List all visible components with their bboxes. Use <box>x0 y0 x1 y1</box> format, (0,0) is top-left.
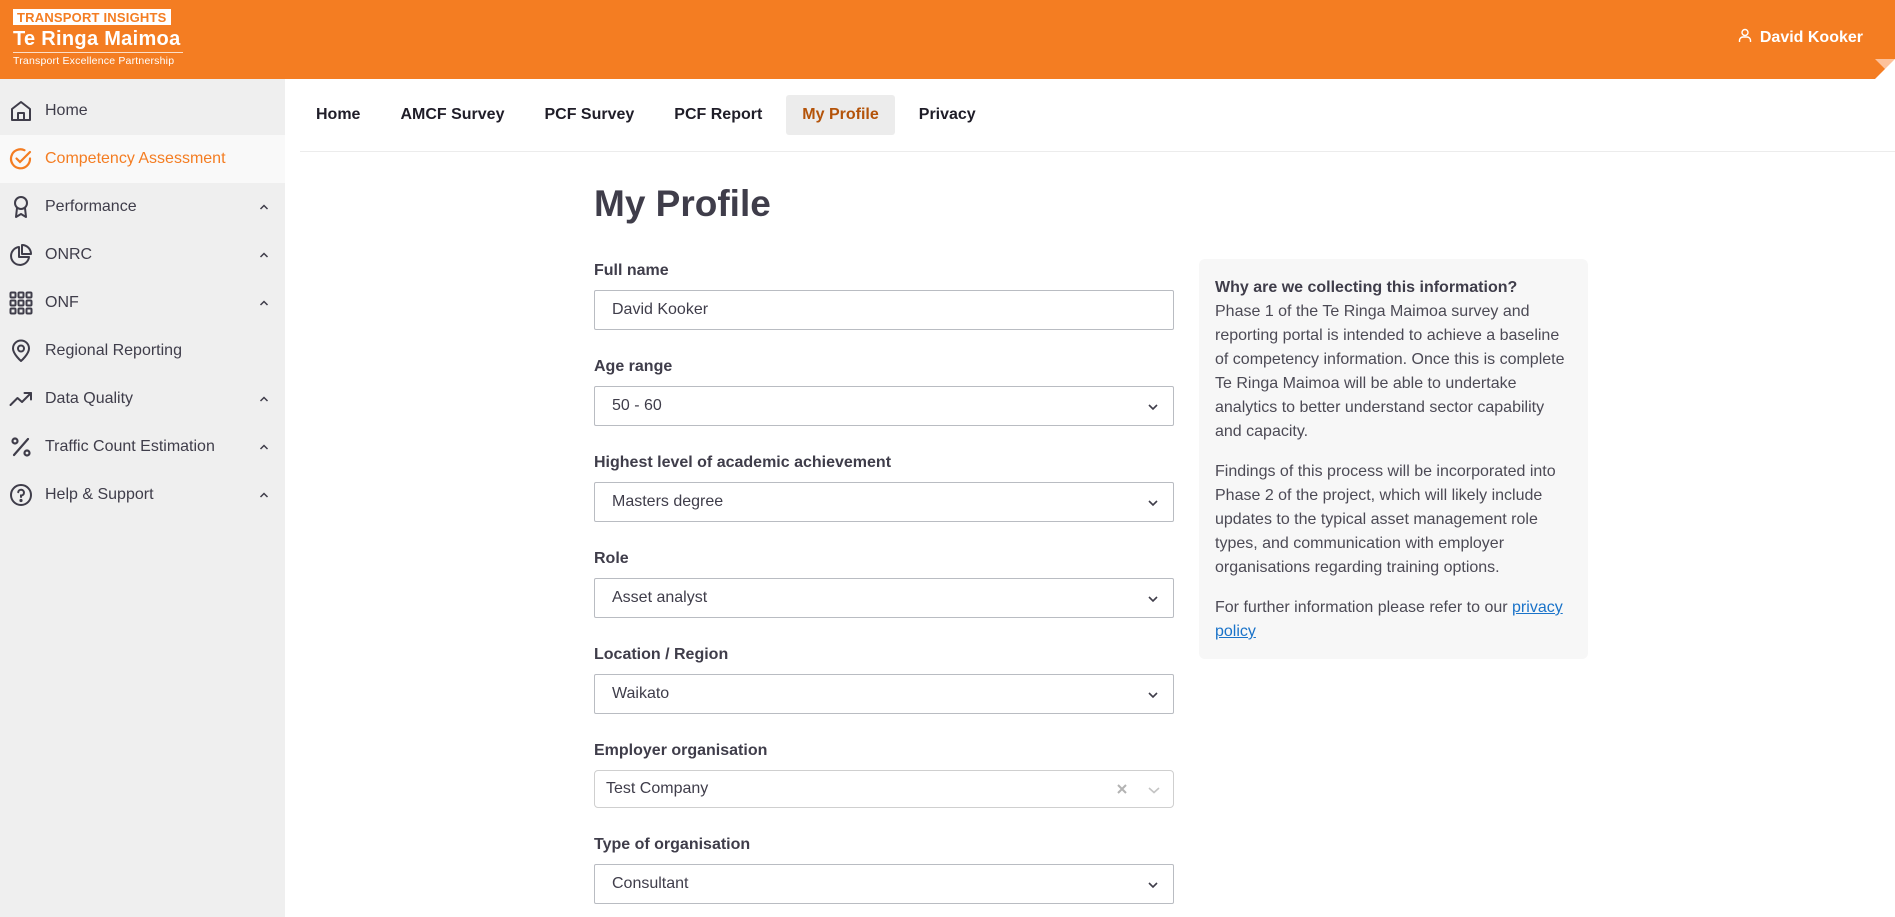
home-icon <box>8 98 34 124</box>
grid-icon <box>8 290 34 316</box>
field-label: Employer organisation <box>594 742 768 759</box>
info-panel: Why are we collecting this information? … <box>1199 259 1588 659</box>
field-label: Age range <box>594 358 673 375</box>
sidebar: Home Competency Assessment Performance O… <box>0 79 285 917</box>
organisation-type-select[interactable]: Consultant <box>594 864 1174 904</box>
employer-organisation-field: Employer organisation Test Company <box>594 741 1174 808</box>
academic-achievement-field: Highest level of academic achievement Ma… <box>594 453 1174 522</box>
chevron-up-icon[interactable] <box>257 392 271 406</box>
logo-subtitle: Transport Excellence Partnership <box>13 55 175 67</box>
tab-amcf-survey[interactable]: AMCF Survey <box>384 95 520 135</box>
top-header: TRANSPORT INSIGHTS Te Ringa Maimoa Trans… <box>0 0 1895 79</box>
sidebar-item-performance[interactable]: Performance <box>0 183 285 231</box>
role-select[interactable]: Asset analyst <box>594 578 1174 618</box>
field-label: Full name <box>594 262 669 279</box>
user-menu[interactable]: David Kooker <box>1738 28 1863 48</box>
tab-divider <box>300 151 1895 152</box>
sidebar-item-label: Home <box>45 102 88 119</box>
pie-chart-icon <box>8 242 34 268</box>
combobox-value: Test Company <box>606 780 709 797</box>
tab-bar: Home AMCF Survey PCF Survey PCF Report M… <box>300 95 1000 135</box>
field-label: Type of organisation <box>594 836 751 853</box>
sidebar-item-label: Traffic Count Estimation <box>45 438 215 455</box>
chevron-up-icon[interactable] <box>257 296 271 310</box>
organisation-type-field: Type of organisation Consultant <box>594 835 1174 904</box>
info-paragraph-1: Why are we collecting this information? … <box>1215 276 1572 444</box>
sidebar-item-home[interactable]: Home <box>0 87 285 135</box>
user-icon <box>1738 28 1760 48</box>
profile-form: My Profile Full name David Kooker Age ra… <box>594 182 1174 904</box>
sidebar-item-onf[interactable]: ONF <box>0 279 285 327</box>
chevron-up-icon[interactable] <box>257 488 271 502</box>
academic-achievement-select[interactable]: Masters degree <box>594 482 1174 522</box>
chevron-down-icon <box>1148 500 1158 507</box>
chevron-up-icon[interactable] <box>257 248 271 262</box>
sidebar-item-data-quality[interactable]: Data Quality <box>0 375 285 423</box>
tab-pcf-survey[interactable]: PCF Survey <box>528 95 650 135</box>
info-text: For further information please refer to … <box>1215 599 1513 616</box>
logo-title: Te Ringa Maimoa <box>13 28 183 53</box>
field-label: Role <box>594 550 629 567</box>
location-region-field: Location / Region Waikato <box>594 645 1174 714</box>
sidebar-item-competency-assessment[interactable]: Competency Assessment <box>0 135 285 183</box>
location-region-select[interactable]: Waikato <box>594 674 1174 714</box>
select-value: Waikato <box>612 685 670 702</box>
info-paragraph-3: For further information please refer to … <box>1215 596 1572 644</box>
tab-home[interactable]: Home <box>300 95 376 135</box>
info-question: Why are we collecting this information? <box>1215 279 1518 296</box>
sidebar-item-traffic-count-estimation[interactable]: Traffic Count Estimation <box>0 423 285 471</box>
tab-my-profile[interactable]: My Profile <box>786 95 895 135</box>
main-content: Home AMCF Survey PCF Survey PCF Report M… <box>285 79 1895 917</box>
role-field: Role Asset analyst <box>594 549 1174 618</box>
sidebar-item-label: Performance <box>45 198 137 215</box>
select-value: Masters degree <box>612 493 724 510</box>
chevron-down-icon[interactable] <box>1147 785 1161 795</box>
age-range-select[interactable]: 50 - 60 <box>594 386 1174 426</box>
employer-organisation-combobox[interactable]: Test Company <box>594 770 1174 808</box>
chevron-up-icon[interactable] <box>257 200 271 214</box>
select-value: Asset analyst <box>612 589 708 606</box>
sidebar-item-label: Competency Assessment <box>45 150 226 167</box>
check-circle-icon <box>8 146 34 172</box>
help-circle-icon <box>8 482 34 508</box>
chevron-down-icon <box>1148 596 1158 603</box>
tab-pcf-report[interactable]: PCF Report <box>658 95 778 135</box>
sidebar-item-label: Data Quality <box>45 390 134 407</box>
sidebar-item-regional-reporting[interactable]: Regional Reporting <box>0 327 285 375</box>
clear-icon[interactable] <box>1116 783 1128 795</box>
field-label: Location / Region <box>594 646 729 663</box>
map-pin-icon <box>8 338 34 364</box>
logo-badge: TRANSPORT INSIGHTS <box>13 9 171 25</box>
chevron-up-icon[interactable] <box>257 440 271 454</box>
chevron-down-icon <box>1148 692 1158 699</box>
full-name-input[interactable]: David Kooker <box>594 290 1174 330</box>
sidebar-item-label: ONRC <box>45 246 93 263</box>
input-value: David Kooker <box>612 301 709 318</box>
logo[interactable]: TRANSPORT INSIGHTS Te Ringa Maimoa Trans… <box>13 9 183 68</box>
sidebar-item-label: Help & Support <box>45 486 154 503</box>
field-label: Highest level of academic achievement <box>594 454 892 471</box>
page-corner-fold-shadow <box>1875 59 1895 79</box>
page-title: My Profile <box>594 183 771 224</box>
info-text: Phase 1 of the Te Ringa Maimoa survey an… <box>1215 303 1565 440</box>
trending-up-icon <box>8 386 34 412</box>
select-value: Consultant <box>612 875 689 892</box>
user-name: David Kooker <box>1759 29 1863 46</box>
award-icon <box>8 194 34 220</box>
select-value: 50 - 60 <box>612 397 662 414</box>
tab-privacy[interactable]: Privacy <box>903 95 992 135</box>
percent-icon <box>8 434 34 460</box>
full-name-field: Full name David Kooker <box>594 261 1174 330</box>
age-range-field: Age range 50 - 60 <box>594 357 1174 426</box>
sidebar-item-help-support[interactable]: Help & Support <box>0 471 285 519</box>
chevron-down-icon <box>1148 404 1158 411</box>
sidebar-item-label: Regional Reporting <box>45 342 182 359</box>
sidebar-item-onrc[interactable]: ONRC <box>0 231 285 279</box>
sidebar-item-label: ONF <box>45 294 79 311</box>
chevron-down-icon <box>1148 882 1158 889</box>
info-paragraph-2: Findings of this process will be incorpo… <box>1215 463 1556 576</box>
